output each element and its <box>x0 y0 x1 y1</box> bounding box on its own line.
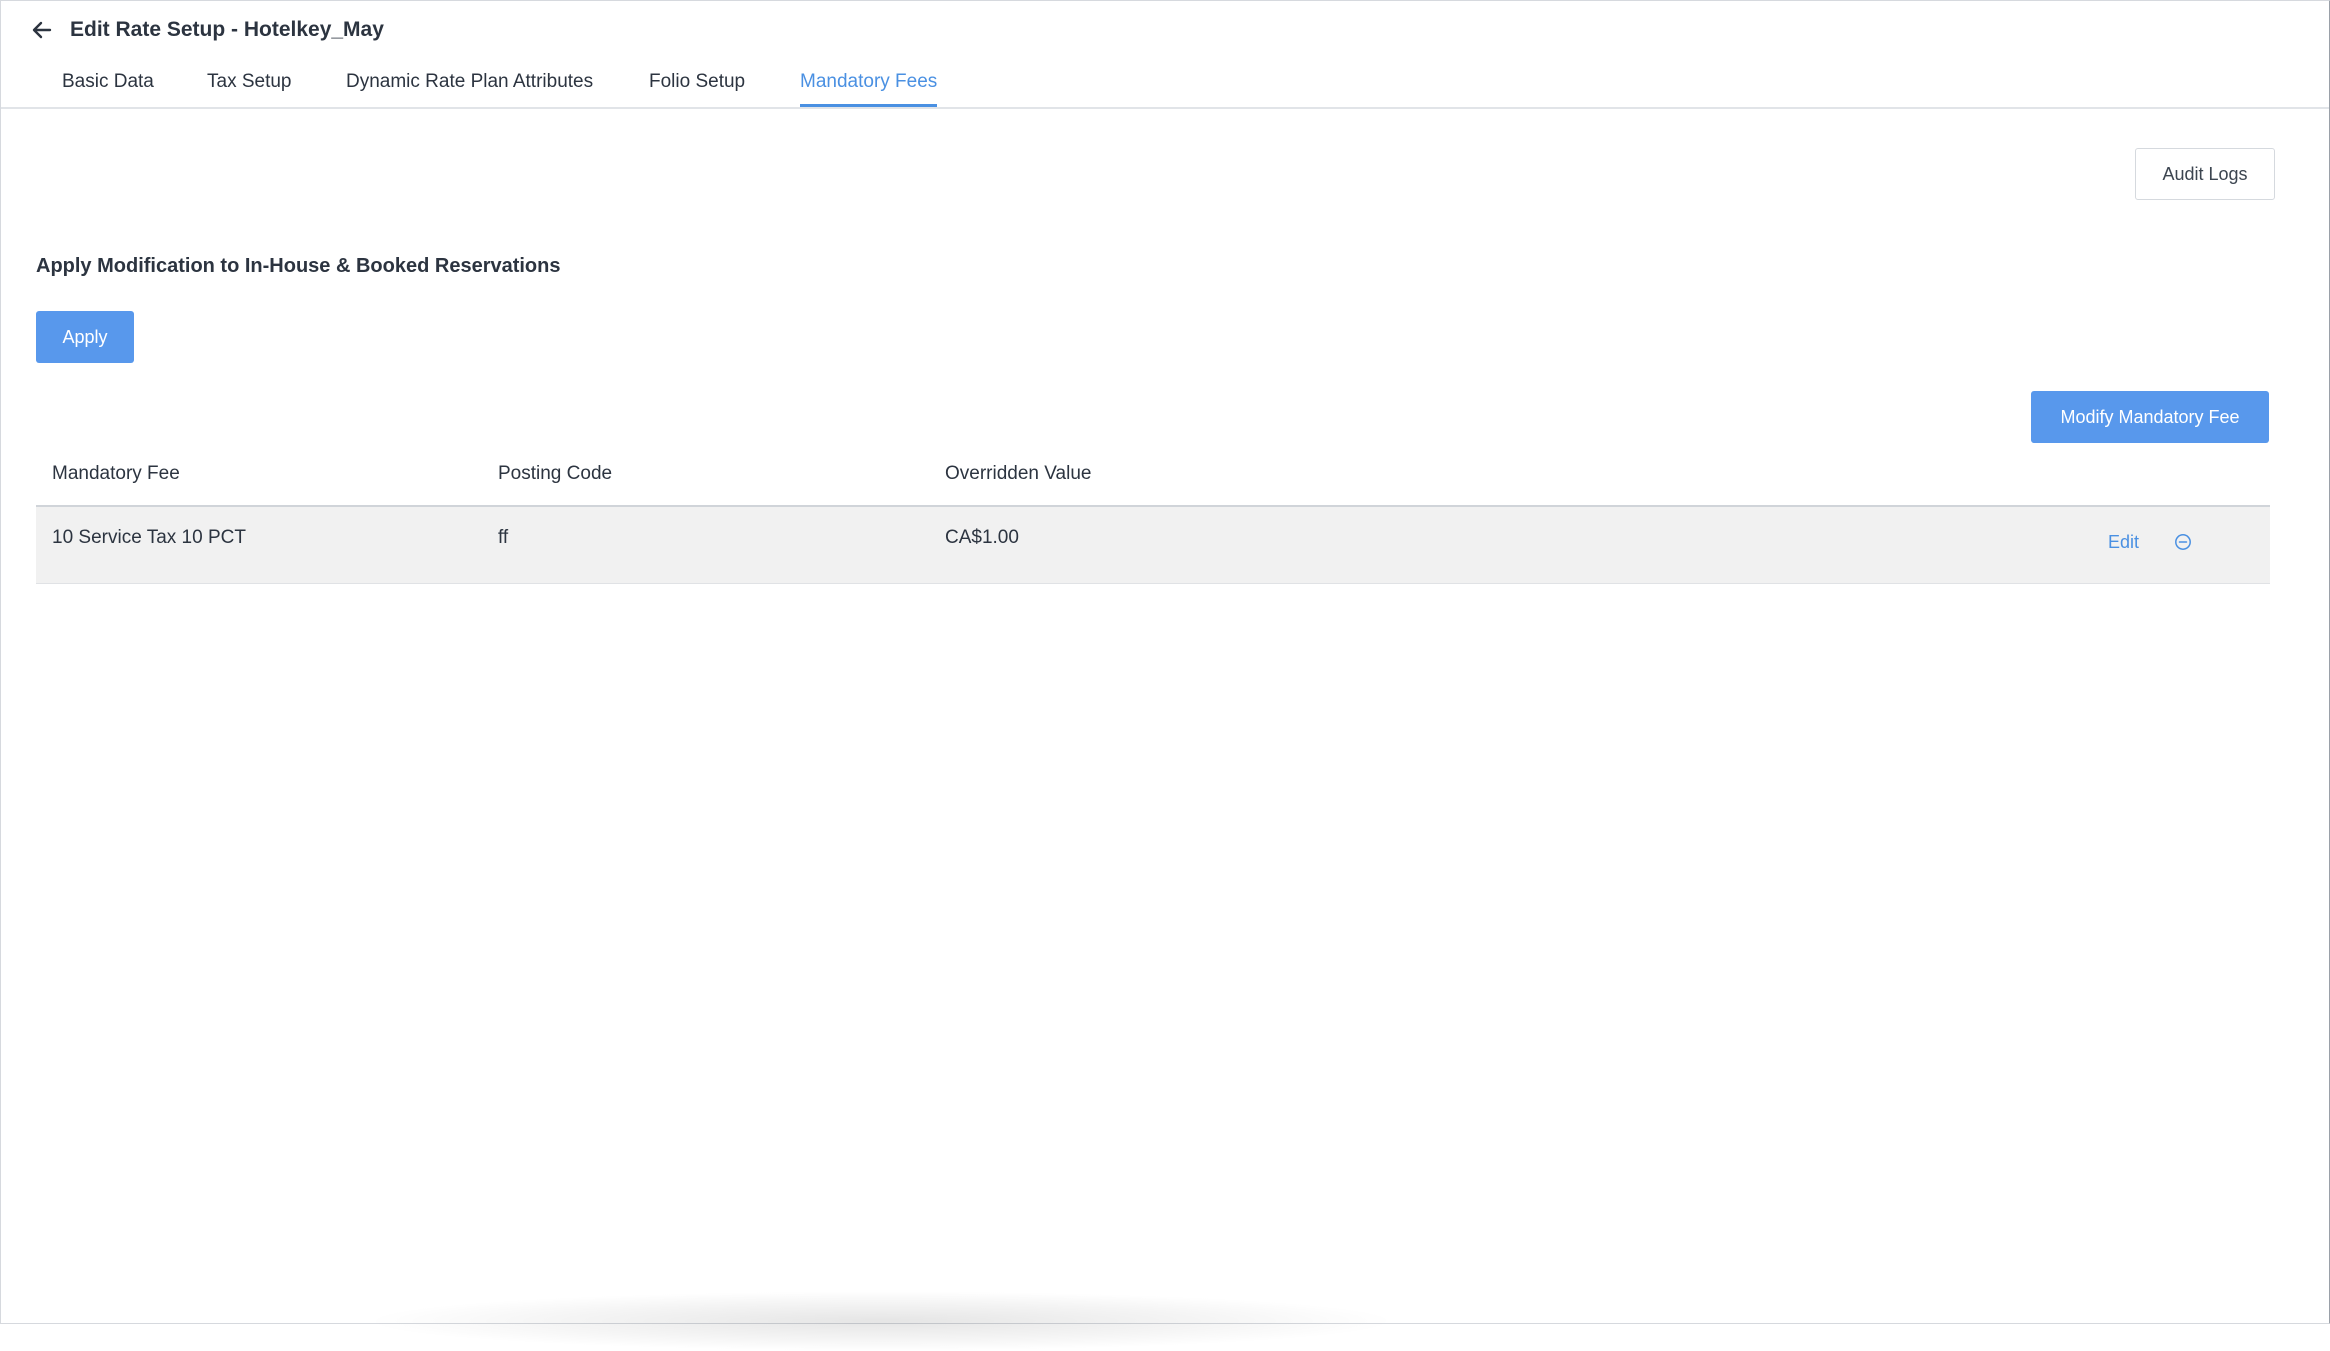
table-header: Mandatory Fee Posting Code Overridden Va… <box>36 453 2270 507</box>
column-header-mandatory-fee: Mandatory Fee <box>52 463 180 484</box>
edit-fee-link[interactable]: Edit <box>2108 532 2139 553</box>
mandatory-fee-cell: 10 Service Tax 10 PCT <box>52 527 246 548</box>
modify-mandatory-fee-button[interactable]: Modify Mandatory Fee <box>2031 391 2269 443</box>
page-title: Edit Rate Setup - Hotelkey_May <box>70 18 384 41</box>
tab-mandatory-fees[interactable]: Mandatory Fees <box>800 63 938 107</box>
back-button[interactable] <box>27 15 57 45</box>
tab-tax-setup[interactable]: Tax Setup <box>207 63 292 105</box>
posting-code-cell: ff <box>498 527 509 548</box>
column-header-overridden-value: Overridden Value <box>945 463 1092 484</box>
bottom-shadow <box>361 1291 1401 1351</box>
apply-button[interactable]: Apply <box>36 311 134 363</box>
minus-circle-icon[interactable] <box>2174 533 2192 551</box>
column-header-posting-code: Posting Code <box>498 463 613 484</box>
tab-basic-data[interactable]: Basic Data <box>62 63 154 105</box>
overridden-value-cell: CA$1.00 <box>945 527 1019 548</box>
table-row: 10 Service Tax 10 PCT ff CA$1.00 Edit <box>36 507 2270 584</box>
tab-dynamic-rate-plan-attributes[interactable]: Dynamic Rate Plan Attributes <box>346 63 593 105</box>
page-header: Edit Rate Setup - Hotelkey_May Basic Dat… <box>1 1 2329 109</box>
app-window: Edit Rate Setup - Hotelkey_May Basic Dat… <box>0 0 2330 1351</box>
audit-logs-button[interactable]: Audit Logs <box>2135 148 2275 200</box>
arrow-left-icon <box>32 21 52 39</box>
tab-folio-setup[interactable]: Folio Setup <box>649 63 745 105</box>
apply-modification-heading: Apply Modification to In-House & Booked … <box>36 255 561 277</box>
mandatory-fees-table: Mandatory Fee Posting Code Overridden Va… <box>36 453 2270 584</box>
